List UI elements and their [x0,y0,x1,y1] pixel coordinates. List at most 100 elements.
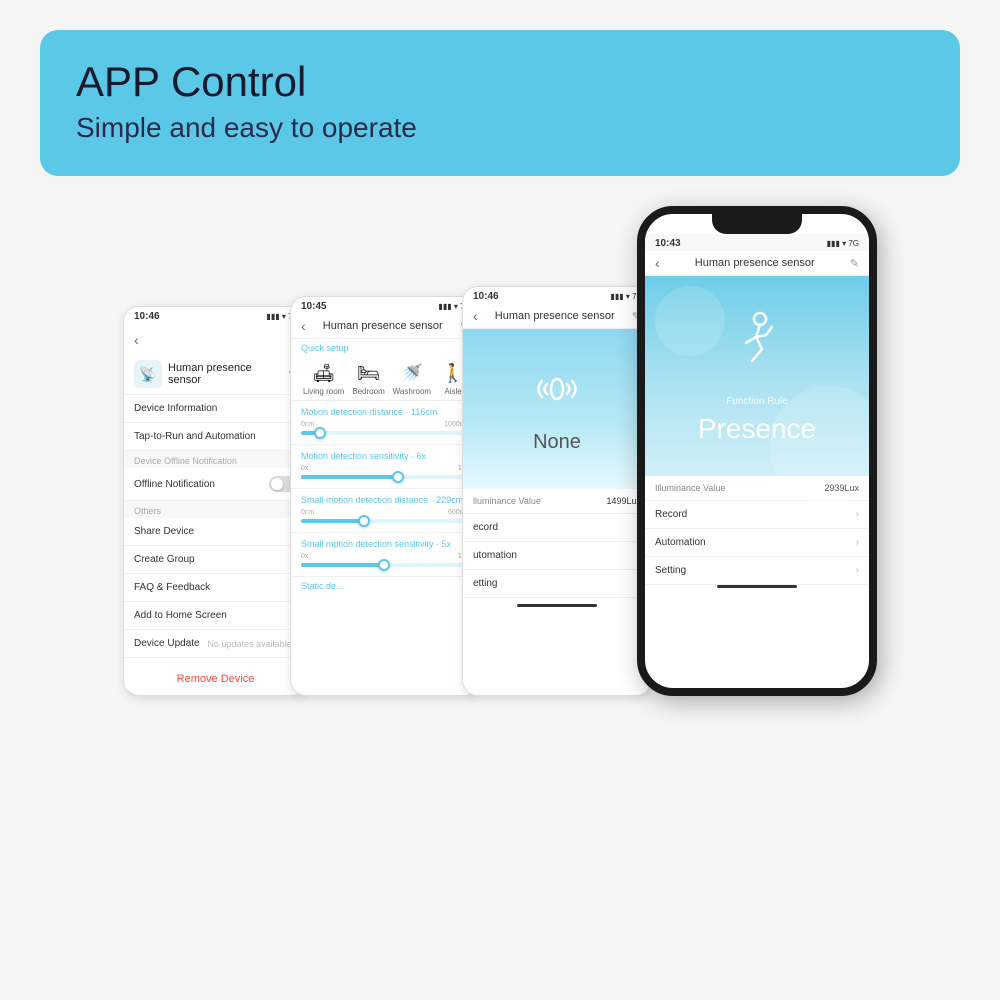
automation-item-4[interactable]: Automation › [645,529,869,557]
main-container: APP Control Simple and easy to operate 1… [0,0,1000,1000]
menu-add-home[interactable]: Add to Home Screen › [124,602,307,630]
room-bedroom[interactable]: 🛏 Bedroom [352,361,384,396]
bedroom-label: Bedroom [352,387,384,396]
phone1-time: 10:46 [134,311,160,322]
phone3-header: ‹ Human presence sensor ✎ [463,304,651,329]
illuminance-label-3: lluminance Value [473,496,541,506]
slider-small-sensitivity: Small motion detection sensitivity · 5x … [291,533,479,577]
wave-icon [532,364,582,423]
edit-btn-4[interactable]: ✎ [850,257,859,270]
slider2-fill [301,475,398,479]
slider2-range: 0x 10x [301,465,469,472]
bubble-1 [769,386,877,506]
slider3-fill [301,519,365,523]
illuminance-value-3: 1499Lux [606,496,641,506]
banner-subtitle: Simple and easy to operate [76,112,924,144]
phone1-header: ‹ [124,324,307,354]
presence-none: None [533,431,581,454]
banner-title: APP Control [76,58,924,106]
slider3-thumb[interactable] [358,515,370,527]
menu-device-info[interactable]: Device Information › [124,395,307,423]
device-icon: 📡 [134,360,162,388]
phone2-status-bar: 10:45 ▮▮▮ ▾ 76 [291,297,479,314]
phone-presence-none: 10:46 ▮▮▮ ▾ 76 ‹ Human presence sensor ✎ [462,286,652,696]
phone4-header: ‹ Human presence sensor ✎ [645,251,869,276]
device-name: Human presence sensor [168,362,282,386]
menu-device-update[interactable]: Device Update No updates available › [124,630,307,658]
menu-faq[interactable]: FAQ & Feedback › [124,574,307,602]
automation-label-3: utomation [473,550,517,561]
automation-label-4: Automation [655,537,706,548]
living-room-icon: 🛋 [310,361,338,385]
slider4-track[interactable] [301,563,469,567]
menu-share-device[interactable]: Share Device › [124,518,307,546]
setting-item-3[interactable]: etting › [463,570,651,598]
chevron-auto-4: › [856,537,859,548]
automation-item-3[interactable]: utomation › [463,542,651,570]
setting-label-3: etting [473,578,497,589]
faq-label: FAQ & Feedback [134,582,210,593]
phone2-time: 10:45 [301,301,327,312]
menu-tap-to-run[interactable]: Tap-to-Run and Automation › [124,423,307,451]
phones-row: 10:46 ▮▮▮ ▾ 76 ‹ 📡 Human presence sensor… [123,206,877,696]
home-indicator-3 [517,604,597,607]
living-room-label: Living room [303,387,344,396]
presence-top-area: None [463,329,651,489]
phone3-status-bar: 10:46 ▮▮▮ ▾ 76 [463,287,651,304]
slider4-thumb[interactable] [378,559,390,571]
phone3-time: 10:46 [473,291,499,302]
aisle-label: Aisle [444,387,461,396]
menu-tap-label: Tap-to-Run and Automation [134,431,256,442]
setting-item-4[interactable]: Setting › [645,557,869,585]
slider1-range: 0cm 1000cm [301,421,469,428]
home-indicator-4 [717,585,797,588]
phone4-icons: ▮▮▮ ▾ 7G [827,239,859,248]
slider3-title: Small motion detection distance · 229cm [301,495,469,505]
phone-quick-setup: 10:45 ▮▮▮ ▾ 76 ‹ Human presence sensor ✎… [290,296,480,696]
quick-setup-label: Quick setup [291,339,479,355]
menu-offline-notification[interactable]: Offline Notification [124,468,307,501]
toggle-knob [271,478,283,490]
menu-device-info-label: Device Information [134,403,217,414]
record-label-4: Record [655,509,687,520]
washroom-label: Washroom [393,387,431,396]
slider1-title: Motion detection distance · 116cm [301,407,469,417]
slider1-track[interactable] [301,431,469,435]
presence-modern-top: Function Rule Presence [645,276,869,476]
back-icon[interactable]: ‹ [134,332,139,348]
slider2-thumb[interactable] [392,471,404,483]
slider2-track[interactable] [301,475,469,479]
setting-label-4: Setting [655,565,686,576]
chevron-record-4: › [856,509,859,520]
section-others: Others [124,501,307,518]
record-item-3[interactable]: ecord › [463,514,651,542]
presence-run-icon [722,307,792,390]
slider4-fill [301,563,385,567]
slider3-track[interactable] [301,519,469,523]
static-label: Static de... [291,577,479,595]
remove-device-btn[interactable]: Remove Device [124,663,307,695]
illuminance-row-3: lluminance Value 1499Lux [463,489,651,514]
room-washroom[interactable]: 🚿 Washroom [393,361,431,396]
menu-create-group[interactable]: Create Group › [124,546,307,574]
function-rule-label: Function Rule [726,396,788,407]
chevron-setting-4: › [856,565,859,576]
slider4-title: Small motion detection sensitivity · 5x [301,539,469,549]
room-living[interactable]: 🛋 Living room [303,361,344,396]
phone4-time: 10:43 [655,238,681,249]
slider-motion-distance: Motion detection distance · 116cm 0cm 10… [291,401,479,445]
bedroom-icon: 🛏 [355,361,383,385]
slider2-title: Motion detection sensitivity · 6x [301,451,469,461]
washroom-icon: 🚿 [398,361,426,385]
phone-presence-modern: 10:43 ▮▮▮ ▾ 7G ‹ Human presence sensor ✎ [637,206,877,696]
bubble-2 [655,286,725,356]
slider1-thumb[interactable] [314,427,326,439]
offline-label: Offline Notification [134,479,215,490]
phone4-status-bar: 10:43 ▮▮▮ ▾ 7G [645,234,869,251]
room-icons-row: 🛋 Living room 🛏 Bedroom 🚿 Washroom 🚶 Ais… [291,355,479,401]
phone-settings: 10:46 ▮▮▮ ▾ 76 ‹ 📡 Human presence sensor… [123,306,308,696]
record-label-3: ecord [473,522,498,533]
create-group-label: Create Group [134,554,195,565]
illuminance-label-4: Illuminance Value [655,483,725,493]
update-right: No updates available › [207,639,297,649]
